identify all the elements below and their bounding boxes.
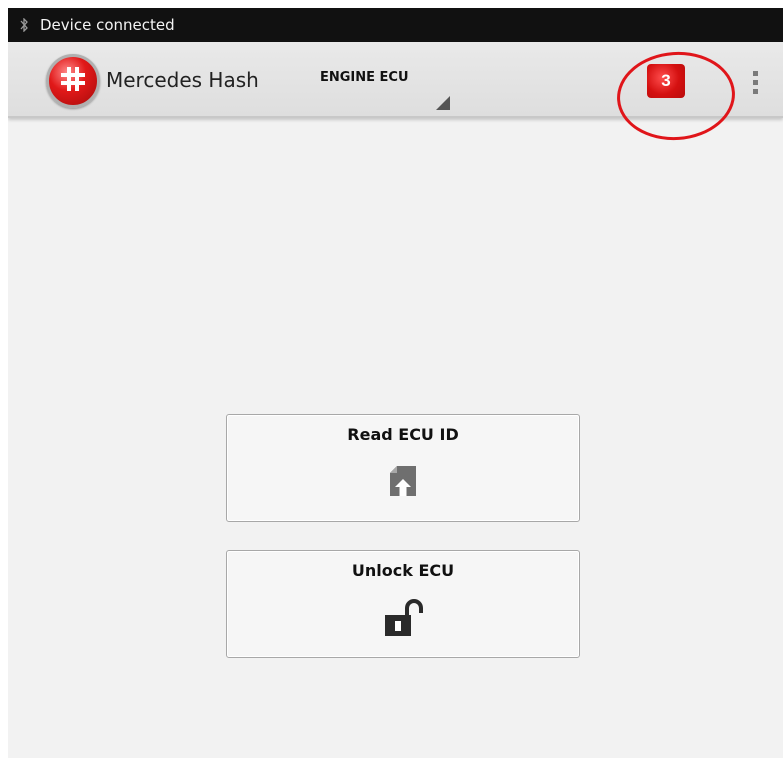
status-text: Device connected	[40, 16, 175, 34]
action-bar: Mercedes Hash ENGINE ECU 3	[8, 42, 783, 118]
app-logo[interactable]	[46, 54, 100, 108]
app-screen: Device connected Mercedes Hash ENGINE EC…	[8, 8, 783, 758]
ecu-spinner-value: ENGINE ECU	[320, 70, 409, 85]
hash-icon	[60, 66, 86, 97]
notification-badge-button[interactable]: 3	[644, 62, 688, 100]
status-bar: Device connected	[8, 8, 783, 42]
unlock-ecu-label: Unlock ECU	[351, 561, 455, 580]
unlock-icon	[383, 598, 423, 641]
overflow-menu-icon[interactable]	[743, 64, 767, 100]
file-download-icon	[390, 466, 416, 501]
overflow-dot	[752, 70, 758, 76]
bluetooth-icon	[8, 8, 40, 42]
read-ecu-id-button[interactable]: Read ECU ID	[226, 414, 580, 522]
ecu-select-spinner[interactable]: ENGINE ECU	[314, 58, 450, 110]
overflow-dot	[752, 79, 758, 85]
read-ecu-id-label: Read ECU ID	[347, 425, 459, 444]
app-title: Mercedes Hash	[106, 68, 259, 92]
unlock-ecu-button[interactable]: Unlock ECU	[226, 550, 580, 658]
spinner-arrow-icon	[436, 96, 450, 110]
overflow-dot	[752, 88, 758, 94]
notification-badge: 3	[647, 64, 685, 98]
